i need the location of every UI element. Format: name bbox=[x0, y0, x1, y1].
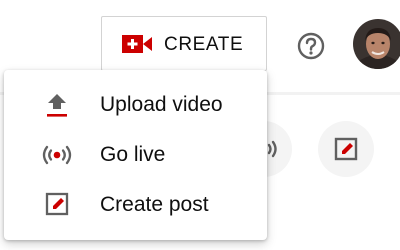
edit-post-icon bbox=[334, 137, 358, 161]
live-broadcast-icon bbox=[42, 145, 72, 165]
user-avatar-icon[interactable] bbox=[353, 19, 400, 69]
create-button[interactable]: CREATE bbox=[101, 16, 267, 71]
create-menu: Upload video Go live Create post bbox=[4, 70, 267, 240]
menu-item-upload-video[interactable]: Upload video bbox=[4, 80, 267, 130]
menu-item-go-live[interactable]: Go live bbox=[4, 130, 267, 180]
edit-post-icon bbox=[45, 192, 69, 216]
page: CREATE Upload video Go live Create post bbox=[0, 0, 400, 250]
video-camera-plus-icon bbox=[122, 35, 152, 53]
avatar-image bbox=[353, 19, 400, 69]
help-circle-icon[interactable] bbox=[296, 31, 326, 61]
menu-item-label: Upload video bbox=[100, 93, 223, 116]
background-post-button[interactable] bbox=[318, 121, 374, 177]
create-button-label: CREATE bbox=[164, 34, 244, 55]
menu-item-create-post[interactable]: Create post bbox=[4, 180, 267, 230]
menu-item-label: Go live bbox=[100, 143, 166, 166]
upload-icon bbox=[47, 94, 67, 117]
menu-item-label: Create post bbox=[100, 193, 209, 216]
